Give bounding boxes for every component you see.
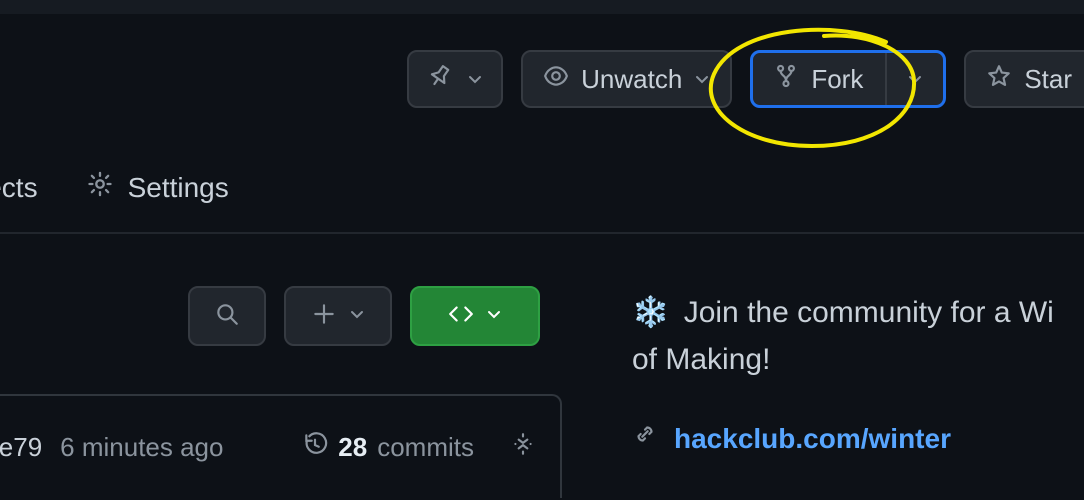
repo-website-link[interactable]: hackclub.com/winter xyxy=(674,417,951,460)
unwatch-button[interactable]: Unwatch xyxy=(521,50,732,108)
go-to-file-button[interactable] xyxy=(188,286,266,346)
pin-icon xyxy=(427,63,453,96)
repo-actions-row: Unwatch Fork xyxy=(407,50,1084,108)
repo-description-line2: of Making! xyxy=(632,337,1084,384)
eye-icon xyxy=(543,63,569,96)
code-icon xyxy=(448,301,474,332)
commits-label: commits xyxy=(377,432,474,463)
repo-nav: jects Settings xyxy=(0,170,229,205)
fork-dropdown-button[interactable] xyxy=(887,53,943,105)
projects-label-fragment: jects xyxy=(0,172,38,204)
code-button[interactable] xyxy=(410,286,540,346)
link-icon xyxy=(632,415,658,462)
settings-label: Settings xyxy=(128,172,229,204)
plus-icon xyxy=(311,301,337,332)
commits-count: 28 xyxy=(338,432,367,463)
file-toolbar xyxy=(188,286,540,346)
fork-button[interactable]: Fork xyxy=(750,50,946,108)
caret-down-icon xyxy=(349,306,365,327)
collapse-icon[interactable] xyxy=(510,431,536,464)
caret-down-icon xyxy=(694,71,710,87)
pin-button[interactable] xyxy=(407,50,503,108)
fork-icon xyxy=(773,63,799,96)
history-icon xyxy=(302,431,328,464)
add-file-button[interactable] xyxy=(284,286,392,346)
window-titlebar-strip xyxy=(0,0,1084,14)
repo-description: ❄️ Join the community for a Wi xyxy=(632,290,1084,337)
tab-projects[interactable]: jects xyxy=(0,172,38,204)
star-icon xyxy=(986,63,1012,96)
star-button[interactable]: Star xyxy=(964,50,1084,108)
search-icon xyxy=(214,301,240,332)
commit-summary-bar: lce79 6 minutes ago 28 commits xyxy=(0,394,562,498)
last-commit-user-fragment: lce79 xyxy=(0,432,42,463)
commits-link[interactable]: 28 commits xyxy=(302,431,474,464)
caret-down-icon xyxy=(907,71,923,87)
fork-label: Fork xyxy=(811,64,863,95)
caret-down-icon xyxy=(486,306,502,327)
repo-description-line1: Join the community for a Wi xyxy=(684,296,1054,329)
nav-separator xyxy=(0,232,1084,234)
about-section: ❄️ Join the community for a Wi of Making… xyxy=(632,290,1084,462)
tab-settings[interactable]: Settings xyxy=(86,170,229,205)
last-commit-time: 6 minutes ago xyxy=(60,432,223,463)
star-label: Star xyxy=(1024,64,1072,95)
caret-down-icon xyxy=(467,71,483,87)
snowflake-emoji: ❄️ xyxy=(632,296,678,329)
unwatch-label: Unwatch xyxy=(581,64,682,95)
gear-icon xyxy=(86,170,114,205)
